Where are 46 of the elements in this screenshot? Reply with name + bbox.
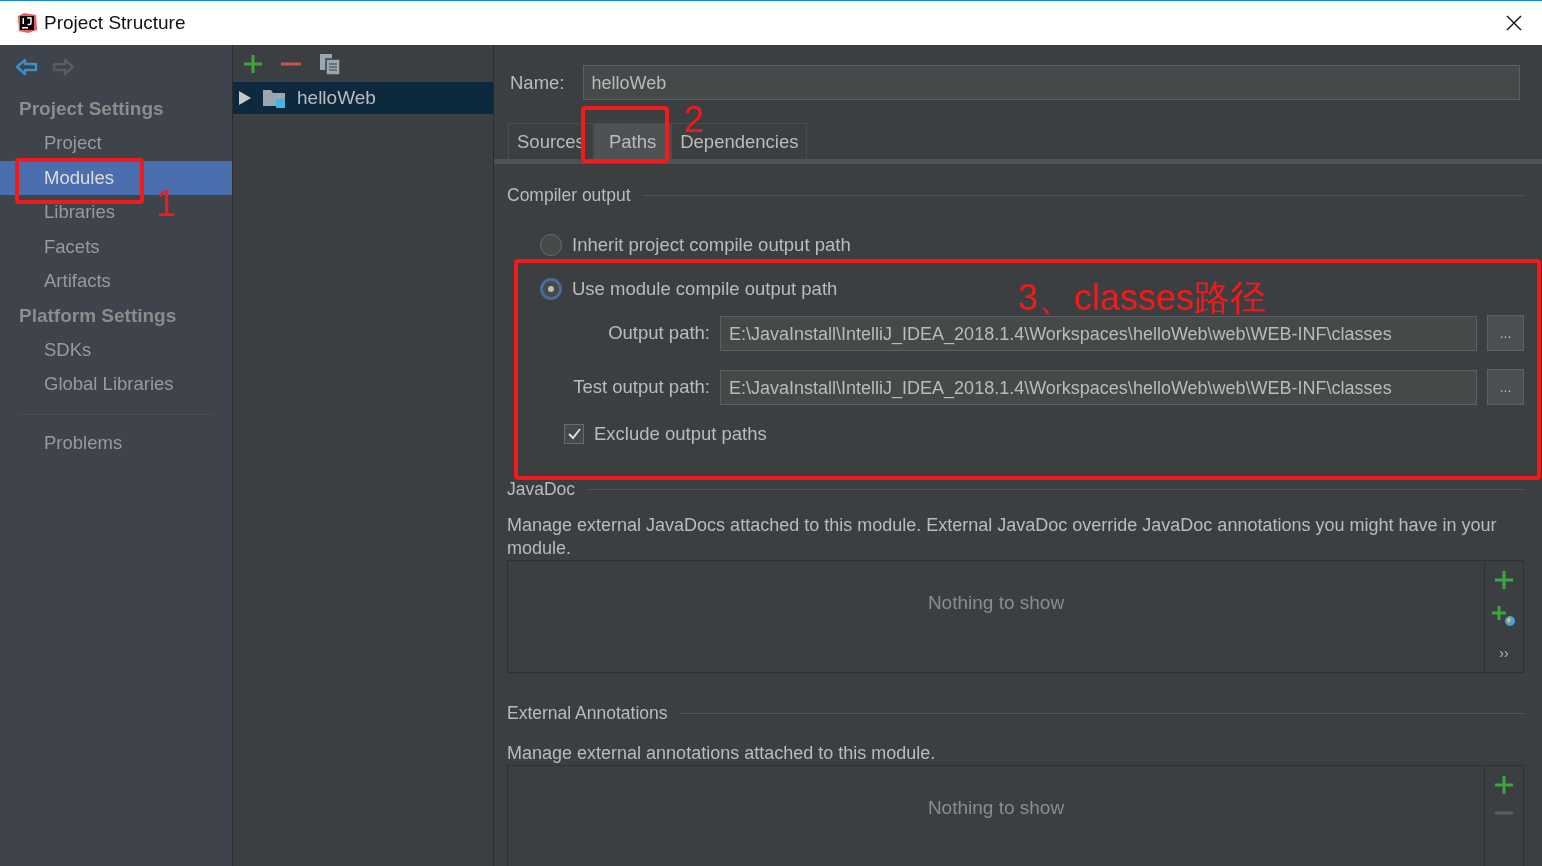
back-arrow-icon[interactable]	[16, 58, 38, 76]
annotation-text: 3、classes路径	[1018, 280, 1267, 316]
sidebar-item[interactable]: Artifacts	[0, 264, 119, 299]
sidebar-item[interactable]: Project	[0, 126, 110, 161]
name-field[interactable]: helloWeb	[582, 65, 1520, 100]
path-label: Output path:	[607, 322, 710, 344]
radio-label: Use module compile output path	[572, 278, 838, 300]
section-heading: Platform Settings	[18, 303, 178, 328]
tree-item[interactable]: helloWeb	[233, 82, 493, 114]
description-text: Manage external JavaDocs attached to this module. External JavaDoc override JavaDoc annotations you might have in your module.	[507, 514, 1498, 560]
more-button[interactable]: ››	[1499, 645, 1509, 661]
expand-triangle-icon[interactable]	[239, 91, 251, 105]
sidebar-item[interactable]: Problems	[0, 425, 131, 460]
add-icon[interactable]	[1495, 571, 1513, 589]
app-logo-icon	[16, 12, 38, 34]
sidebar-item[interactable]: Facets	[0, 229, 108, 264]
add-icon[interactable]	[243, 53, 263, 74]
remove-icon[interactable]	[281, 61, 301, 66]
browse-button[interactable]: ...	[1487, 315, 1524, 351]
sidebar-item[interactable]: SDKs	[0, 332, 100, 367]
module-folder-icon	[263, 88, 285, 108]
window-title: Project Structure	[44, 12, 187, 34]
add-web-icon[interactable]	[1492, 606, 1516, 628]
section-heading: Project Settings	[18, 97, 165, 121]
radio-button[interactable]	[540, 234, 562, 256]
path-field[interactable]: E:\JavaInstall\IntelliJ_IDEA_2018.1.4\Workspaces\helloWeb\web\WEB-INF\classes	[720, 315, 1477, 351]
radio-button[interactable]	[540, 278, 562, 300]
description-text: Manage external annotations attached to this module.	[507, 742, 937, 765]
add-icon[interactable]	[1495, 776, 1513, 794]
tab[interactable]: Paths	[593, 123, 672, 159]
sidebar-item[interactable]: Libraries	[0, 195, 123, 230]
path-label: Test output path:	[572, 376, 710, 398]
group-title: JavaDoc	[507, 479, 576, 500]
copy-icon[interactable]	[319, 52, 341, 75]
group-title: Compiler output	[507, 185, 631, 206]
checkbox-label: Exclude output paths	[594, 423, 767, 445]
group-title: External Annotations	[507, 703, 668, 724]
sidebar-item[interactable]: Global Libraries	[0, 367, 182, 402]
empty-text: Nothing to show	[927, 797, 1065, 820]
empty-text: Nothing to show	[927, 592, 1065, 615]
name-label: Name:	[510, 71, 565, 94]
radio-label: Inherit project compile output path	[572, 234, 851, 256]
close-icon[interactable]	[1506, 15, 1522, 31]
checkbox[interactable]	[564, 424, 584, 444]
path-field[interactable]: E:\JavaInstall\IntelliJ_IDEA_2018.1.4\Workspaces\helloWeb\web\WEB-INF\classes	[720, 369, 1477, 405]
browse-button[interactable]: ...	[1487, 369, 1524, 405]
